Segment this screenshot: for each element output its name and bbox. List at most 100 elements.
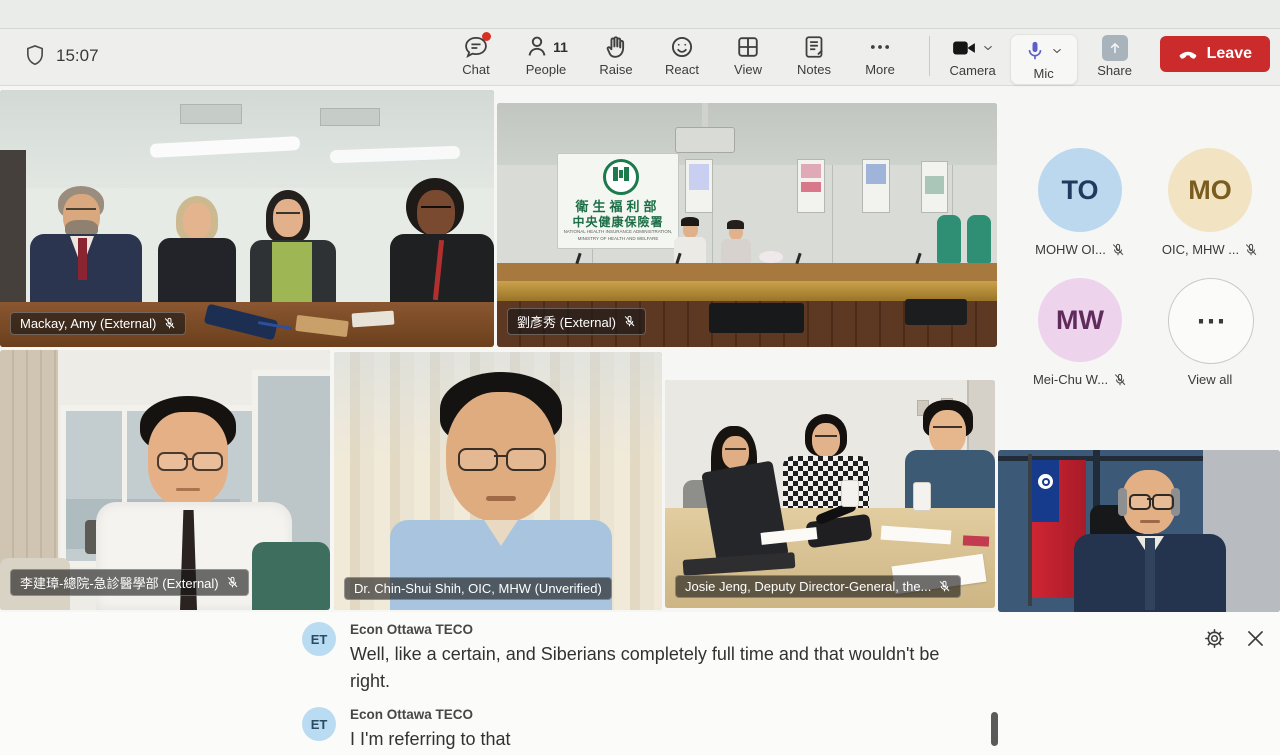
- glasses: [725, 448, 746, 455]
- notes-label: Notes: [797, 62, 831, 77]
- nhia-logo-icon: [603, 159, 639, 195]
- people-count: 11: [553, 39, 568, 55]
- caption-avatar: ET: [302, 622, 336, 656]
- cup: [913, 482, 931, 511]
- camera-icon: [951, 35, 977, 61]
- meeting-toolbar: 15:07 Chat 11 People Raise React: [0, 29, 1280, 86]
- toolbar-divider: [929, 36, 930, 76]
- mouth: [176, 488, 200, 491]
- sign-line3: NATIONAL HEALTH INSURANCE ADMINISTRATION…: [558, 229, 678, 234]
- mic-off-icon: [1111, 243, 1125, 257]
- mic-label: Mic: [1034, 66, 1054, 81]
- glasses: [933, 426, 962, 434]
- camera-button[interactable]: Camera: [942, 34, 1004, 78]
- mic-off-icon: [938, 580, 951, 593]
- people-button[interactable]: 11 People: [514, 34, 578, 77]
- papers: [352, 311, 395, 328]
- mic-button[interactable]: Mic: [1010, 34, 1078, 85]
- teams-meeting-window: 15:07 Chat 11 People Raise React: [0, 0, 1280, 755]
- poster: [797, 159, 825, 213]
- avatar-mo[interactable]: MO: [1168, 148, 1252, 232]
- video-tile-jeng[interactable]: Josie Jeng, Deputy Director-General, the…: [665, 380, 995, 608]
- share-button[interactable]: Share: [1084, 34, 1146, 78]
- projector-mount: [702, 103, 708, 129]
- caption-speaker: Econ Ottawa TECO: [350, 622, 473, 637]
- flag-sun-inner: [1044, 480, 1048, 484]
- view-button[interactable]: View: [720, 34, 776, 77]
- more-label: More: [865, 62, 895, 77]
- mouth: [1140, 520, 1160, 523]
- mic-off-icon: [1244, 243, 1258, 257]
- chat-icon: [463, 34, 489, 60]
- share-icon: [1102, 35, 1128, 61]
- participant-name: Josie Jeng, Deputy Director-General, the…: [685, 579, 931, 594]
- captions-scrollbar[interactable]: [991, 712, 998, 746]
- green-chair: [937, 215, 961, 263]
- camera-chevron-icon[interactable]: [982, 42, 994, 54]
- raise-hand-button[interactable]: Raise: [588, 34, 644, 77]
- video-tile-official[interactable]: [998, 450, 1280, 612]
- notes-button[interactable]: Notes: [786, 34, 842, 77]
- booklet: [963, 535, 989, 546]
- green-chair: [967, 215, 991, 263]
- poster-art: [925, 176, 944, 194]
- captions-settings-gear-icon[interactable]: [1204, 628, 1225, 649]
- browser-top-strip: [0, 0, 1280, 29]
- chat-label: Chat: [462, 62, 489, 77]
- glasses: [458, 448, 498, 471]
- video-tile-lee[interactable]: 李建璋-總院-急診醫學部 (External): [0, 350, 330, 610]
- glasses: [506, 448, 546, 471]
- glasses: [1129, 494, 1151, 510]
- view-all-button[interactable]: ⋯: [1168, 278, 1254, 364]
- leave-button[interactable]: Leave: [1160, 36, 1270, 72]
- video-tile-mackay[interactable]: Mackay, Amy (External): [0, 90, 494, 347]
- glasses: [157, 452, 188, 471]
- participant-name: OIC, MHW ...: [1162, 242, 1239, 257]
- monitor: [709, 303, 804, 333]
- glasses: [421, 206, 451, 216]
- chat-button[interactable]: Chat: [448, 34, 504, 77]
- people-icon-row: 11: [524, 34, 568, 60]
- name-tag-lee: 李建璋-總院-急診醫學部 (External): [10, 569, 249, 596]
- flag-canton: [1032, 460, 1059, 522]
- logo-bar: [624, 167, 629, 181]
- avatar-to[interactable]: TO: [1038, 148, 1122, 232]
- participant-label-mw: Mei-Chu W...: [1014, 372, 1146, 387]
- avatar-initials: TO: [1061, 175, 1098, 206]
- video-tile-nhia-room[interactable]: 衛生福利部 中央健康保險署 NATIONAL HEALTH INSURANCE …: [497, 103, 997, 347]
- mouth: [486, 496, 516, 501]
- participant-name: 劉彥秀 (External): [517, 312, 616, 331]
- mic-chevron-icon[interactable]: [1051, 45, 1063, 57]
- meeting-timer: 15:07: [56, 46, 99, 66]
- glasses-bridge: [494, 455, 506, 457]
- avatar-mw[interactable]: MW: [1038, 278, 1122, 362]
- name-tag-mackay: Mackay, Amy (External): [10, 312, 186, 335]
- poster-art: [689, 164, 709, 190]
- react-button[interactable]: React: [654, 34, 710, 77]
- notes-icon: [801, 34, 827, 60]
- captions-close-icon[interactable]: [1245, 628, 1266, 649]
- person-hair: [681, 217, 699, 226]
- person-body: [158, 238, 236, 304]
- avatar-initials: MW: [1056, 305, 1104, 336]
- view-all-label: View all: [1144, 372, 1276, 387]
- caption-avatar-initials: ET: [311, 632, 328, 647]
- person-body: [721, 239, 751, 265]
- more-button[interactable]: More: [852, 34, 908, 77]
- chat-notification-badge: [482, 32, 491, 41]
- participant-name: Dr. Chin-Shui Shih, OIC, MHW (Unverified…: [354, 581, 602, 596]
- poster-art: [866, 164, 886, 184]
- toolbar-center-group: Chat 11 People Raise React View: [448, 34, 908, 77]
- react-label: React: [665, 62, 699, 77]
- person-hair: [727, 220, 744, 229]
- table-top: [497, 263, 997, 281]
- participant-name: Mei-Chu W...: [1033, 372, 1108, 387]
- ceiling-vent: [320, 108, 380, 126]
- caption-avatar: ET: [302, 707, 336, 741]
- video-tile-shih[interactable]: Dr. Chin-Shui Shih, OIC, MHW (Unverified…: [334, 352, 662, 610]
- poster-art: [801, 182, 821, 192]
- sign-line2: 中央健康保險署: [558, 213, 678, 230]
- caption-text: Well, like a certain, and Siberians comp…: [350, 641, 975, 695]
- cup: [841, 480, 859, 507]
- tie: [78, 238, 87, 280]
